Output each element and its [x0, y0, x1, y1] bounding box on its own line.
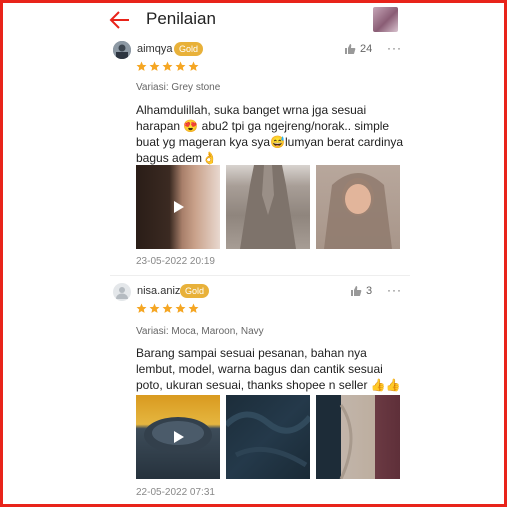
- like-count[interactable]: 24: [344, 43, 372, 55]
- star-rating: [136, 303, 199, 314]
- variation-text: Variasi: Grey stone: [136, 82, 221, 93]
- star-icon: [175, 61, 186, 71]
- star-icon: [149, 303, 160, 313]
- thumbs-up-icon[interactable]: [344, 43, 356, 55]
- avatar[interactable]: [113, 283, 131, 301]
- app-frame: Penilaian aimqya Gold 24 ··· Variasi: Gr…: [0, 0, 507, 507]
- like-count-value: 3: [366, 285, 373, 297]
- review-video-thumbnail[interactable]: [136, 395, 220, 479]
- more-options-icon[interactable]: ···: [387, 41, 402, 55]
- review-comment: Barang sampai sesuai pesanan, bahan nya …: [136, 346, 401, 392]
- header: Penilaian: [3, 3, 504, 37]
- star-icon: [162, 303, 173, 313]
- gold-badge: Gold: [180, 284, 210, 298]
- star-icon: [136, 61, 147, 71]
- star-icon: [188, 61, 199, 71]
- review-date: 23-05-2022 20:19: [136, 256, 215, 267]
- like-count-value: 24: [360, 43, 373, 55]
- star-icon: [136, 303, 147, 313]
- review-photo[interactable]: [226, 165, 310, 249]
- like-count[interactable]: 3: [350, 285, 372, 297]
- username[interactable]: aimqya: [137, 43, 172, 55]
- review-date: 22-05-2022 07:31: [136, 487, 215, 498]
- back-arrow-icon[interactable]: [109, 9, 131, 31]
- gold-badge: Gold: [174, 42, 204, 56]
- play-icon[interactable]: [170, 199, 186, 215]
- star-icon: [149, 61, 160, 71]
- page-title: Penilaian: [146, 9, 216, 28]
- play-icon[interactable]: [170, 429, 186, 445]
- divider: [110, 275, 410, 276]
- username[interactable]: nisa.aniz: [137, 285, 180, 297]
- review-comment: Alhamdulillah, suka banget wrna jga sesu…: [136, 103, 404, 165]
- review-media: [136, 395, 400, 479]
- avatar[interactable]: [113, 41, 131, 59]
- thumbs-up-icon[interactable]: [350, 285, 362, 297]
- product-thumbnail[interactable]: [373, 7, 398, 32]
- more-options-icon[interactable]: ···: [387, 283, 402, 297]
- review-photo[interactable]: [316, 395, 400, 479]
- review-media: [136, 165, 400, 249]
- variation-text: Variasi: Moca, Maroon, Navy: [136, 326, 264, 337]
- review-video-thumbnail[interactable]: [136, 165, 220, 249]
- star-icon: [175, 303, 186, 313]
- star-icon: [162, 61, 173, 71]
- star-icon: [188, 303, 199, 313]
- star-rating: [136, 61, 199, 72]
- review-photo[interactable]: [316, 165, 400, 249]
- review-photo[interactable]: [226, 395, 310, 479]
